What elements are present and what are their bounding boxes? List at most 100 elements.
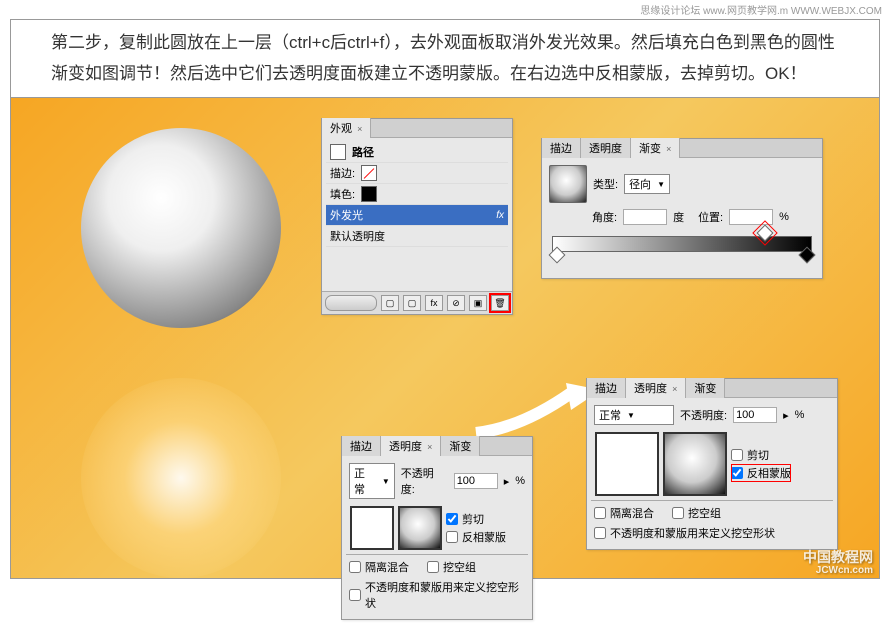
- longopt-label: 不透明度和蒙版用来定义挖空形状: [365, 579, 525, 611]
- gradient-slider[interactable]: [552, 236, 812, 252]
- longopt-checkbox[interactable]: [349, 589, 361, 601]
- tab-transparency-label: 透明度: [389, 441, 422, 453]
- black-swatch-icon: [361, 186, 377, 202]
- close-icon[interactable]: ×: [672, 384, 677, 394]
- invert-label: 反相蒙版: [747, 465, 791, 481]
- new-stroke-icon[interactable]: ▢: [403, 295, 421, 311]
- footer-pill-icon[interactable]: [325, 295, 377, 311]
- clear-icon[interactable]: ⊘: [447, 295, 465, 311]
- tab-appearance[interactable]: 外观 ×: [322, 118, 371, 138]
- isolate-row[interactable]: 隔离混合: [594, 504, 654, 522]
- tab-gradient-label: 渐变: [639, 143, 661, 155]
- blend-mode-dropdown[interactable]: 正常 ▼: [349, 463, 395, 499]
- close-icon[interactable]: ×: [357, 124, 362, 134]
- tab-stroke[interactable]: 描边: [587, 378, 626, 398]
- isolate-checkbox[interactable]: [594, 507, 606, 519]
- footer-wm-main: 中国教程网: [803, 549, 873, 565]
- percent-label: %: [795, 409, 805, 421]
- percent-label: %: [515, 475, 525, 487]
- isolate-label: 隔离混合: [610, 505, 654, 521]
- type-label: 类型:: [593, 176, 618, 192]
- position-input[interactable]: [729, 209, 773, 225]
- default-transparency-row[interactable]: 默认透明度: [326, 226, 508, 247]
- stroke-row[interactable]: 描边:: [326, 163, 508, 184]
- artwork-thumb[interactable]: [595, 432, 659, 496]
- clip-row[interactable]: 剪切: [731, 446, 791, 464]
- longopt-row[interactable]: 不透明度和蒙版用来定义挖空形状: [594, 524, 830, 542]
- clip-label: 剪切: [747, 447, 769, 463]
- opacity-input[interactable]: [733, 407, 777, 423]
- appearance-panel: 外观 × 路径 描边: 填色: 外发光 fx 默认透明度: [321, 118, 513, 315]
- caret-icon[interactable]: ▸: [504, 475, 510, 488]
- mask-thumb[interactable]: [398, 506, 442, 550]
- tab-gradient[interactable]: 渐变 ×: [631, 138, 680, 158]
- none-swatch-icon: [361, 165, 377, 181]
- knockout-label: 挖空组: [688, 505, 721, 521]
- knockout-label: 挖空组: [443, 559, 476, 575]
- position-label: 位置:: [698, 209, 723, 225]
- knockout-row[interactable]: 挖空组: [672, 504, 721, 522]
- isolate-checkbox[interactable]: [349, 561, 361, 573]
- tab-gradient[interactable]: 渐变: [686, 378, 725, 398]
- arrow-icon: [471, 378, 601, 438]
- outer-glow-row[interactable]: 外发光 fx: [326, 205, 508, 226]
- knockout-checkbox[interactable]: [427, 561, 439, 573]
- longopt-label: 不透明度和蒙版用来定义挖空形状: [610, 525, 775, 541]
- path-swatch-icon: [330, 144, 346, 160]
- tab-stroke[interactable]: 描边: [542, 138, 581, 158]
- fill-label: 填色:: [330, 186, 355, 202]
- default-transparency-label: 默认透明度: [330, 228, 385, 244]
- tab-appearance-label: 外观: [330, 123, 352, 135]
- transparency-panel-small: 描边 透明度 × 渐变 正常 ▼ 不透明度: ▸ %: [341, 436, 533, 620]
- clip-checkbox[interactable]: [731, 449, 743, 461]
- tab-transparency[interactable]: 透明度: [581, 138, 631, 158]
- invert-row[interactable]: 反相蒙版: [446, 528, 506, 546]
- tab-transparency[interactable]: 透明度 ×: [626, 378, 686, 398]
- gradient-preview-icon[interactable]: [549, 165, 587, 203]
- trash-icon[interactable]: 🗑: [491, 295, 509, 311]
- tab-stroke[interactable]: 描边: [342, 436, 381, 456]
- invert-checkbox[interactable]: [731, 467, 743, 479]
- gradient-sphere-top: [81, 128, 281, 328]
- longopt-row[interactable]: 不透明度和蒙版用来定义挖空形状: [349, 578, 525, 612]
- chevron-down-icon: ▼: [382, 477, 390, 486]
- position-unit: %: [779, 211, 789, 223]
- duplicate-icon[interactable]: ▣: [469, 295, 487, 311]
- longopt-checkbox[interactable]: [594, 527, 606, 539]
- opacity-label: 不透明度:: [680, 407, 727, 423]
- isolate-label: 隔离混合: [365, 559, 409, 575]
- knockout-row[interactable]: 挖空组: [427, 558, 476, 576]
- fx-icon: fx: [496, 210, 504, 221]
- invert-checkbox[interactable]: [446, 531, 458, 543]
- footer-wm-sub: JCWcn.com: [803, 565, 873, 576]
- clip-label: 剪切: [462, 511, 484, 527]
- fx-button-icon[interactable]: fx: [425, 295, 443, 311]
- close-icon[interactable]: ×: [427, 442, 432, 452]
- tab-transparency[interactable]: 透明度 ×: [381, 436, 441, 456]
- tab-gradient[interactable]: 渐变: [441, 436, 480, 456]
- close-icon[interactable]: ×: [666, 144, 671, 154]
- new-fill-icon[interactable]: ▢: [381, 295, 399, 311]
- angle-input[interactable]: [623, 209, 667, 225]
- mask-thumb[interactable]: [663, 432, 727, 496]
- blend-mode-value: 正常: [599, 407, 621, 423]
- clip-checkbox[interactable]: [446, 513, 458, 525]
- glow-sphere-bottom: [81, 378, 281, 578]
- gradient-type-dropdown[interactable]: 径向 ▼: [624, 174, 670, 194]
- blend-mode-value: 正常: [354, 465, 376, 497]
- canvas-area: 外观 × 路径 描边: 填色: 外发光 fx 默认透明度: [10, 97, 880, 579]
- opacity-input[interactable]: [454, 473, 498, 489]
- chevron-down-icon: ▼: [627, 411, 635, 420]
- isolate-row[interactable]: 隔离混合: [349, 558, 409, 576]
- knockout-checkbox[interactable]: [672, 507, 684, 519]
- gradient-panel: 描边 透明度 渐变 × 类型: 径向 ▼ 角度: 度 位置:: [541, 138, 823, 279]
- invert-label: 反相蒙版: [462, 529, 506, 545]
- blend-mode-dropdown[interactable]: 正常 ▼: [594, 405, 674, 425]
- footer-watermark: 中国教程网 JCWcn.com: [803, 550, 873, 576]
- caret-icon[interactable]: ▸: [783, 409, 789, 422]
- artwork-thumb[interactable]: [350, 506, 394, 550]
- clip-row[interactable]: 剪切: [446, 510, 506, 528]
- invert-row[interactable]: 反相蒙版: [731, 464, 791, 482]
- fill-row[interactable]: 填色:: [326, 184, 508, 205]
- path-row[interactable]: 路径: [326, 142, 508, 163]
